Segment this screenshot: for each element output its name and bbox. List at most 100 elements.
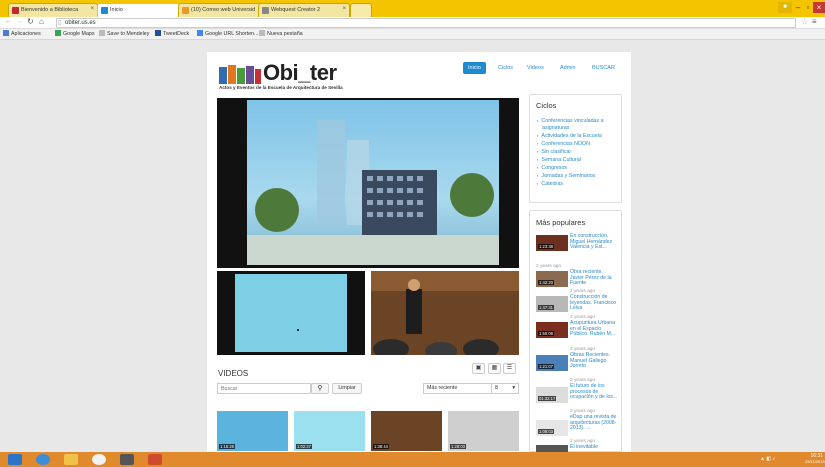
close-icon[interactable]: × [342,6,346,12]
forward-icon[interactable]: → [16,18,23,25]
site-tagline: Actos y Eventos de la Escuela de Arquite… [219,85,343,90]
nav-videos[interactable]: Videos [527,62,544,74]
popular-video-link[interactable]: Acupuntura Urbana en el Espacio Público.… [570,320,618,338]
clock[interactable]: 16:31 25/11/2015 [805,453,825,465]
ciclo-link[interactable]: Jornadas y Seminarios [537,173,595,179]
duration-badge: 01:32:17 [538,396,557,401]
tab-label: Inicio [110,7,123,13]
video-thumbnail[interactable] [217,271,365,355]
taskbar: ▲ ◧ ♪ 16:31 25/11/2015 [0,452,825,467]
tab-biblioteca[interactable]: Bienvenido a Biblioteca × [8,3,98,17]
site-logo[interactable]: Obi_ter Actos y Eventos de la Escuela de… [219,60,379,92]
bookmark-aplicaciones[interactable]: Aplicaciones [3,29,41,40]
video-grid-thumbnail[interactable]: 1:38:44 [371,411,442,451]
video-grid-thumbnail[interactable]: 1:28:03 [448,411,519,451]
view-list-icon[interactable]: ☰ [503,363,516,374]
bookmark-url-shortener[interactable]: Google URL Shorten... [197,29,258,40]
nav-buscar[interactable]: BUSCAR [592,62,615,74]
popular-video-link[interactable]: Construcción de leyendas. Francisco Leiv… [570,294,618,312]
nav-inicio[interactable]: Inicio [463,62,486,74]
per-page-select[interactable]: 8 ▾ [491,383,519,394]
video-grid-thumbnail[interactable]: 1:02:27 [294,411,365,451]
bookmark-tweetdeck[interactable]: TweetDeck [155,29,189,40]
popular-thumbnail[interactable]: 1:21:07 [536,355,568,371]
popular-thumbnail[interactable] [536,445,568,452]
bookmark-nueva-pestana[interactable]: Nueva pestaña [259,29,303,40]
maps-icon [55,30,61,36]
ciclos-title: Ciclos [536,101,557,110]
video-frame [247,100,499,265]
search-button[interactable]: ⚲ [311,383,329,394]
ciclo-link[interactable]: Actividades de la Escuela [537,133,601,139]
per-page-value: 8 [495,385,498,391]
popular-thumbnail[interactable]: 1:47:31 [536,296,568,312]
popular-video-link[interactable]: El futuro de los procesos de ocupación y… [570,383,618,401]
google-icon [197,30,203,36]
tweetdeck-icon [155,30,161,36]
ciclo-link[interactable]: Semana Cultural [537,157,580,163]
main-video-player[interactable] [217,98,519,268]
logo-bars-icon [219,65,261,84]
view-grid-icon[interactable]: ▦ [488,363,501,374]
popular-video-link[interactable]: eDap una revista de arquitecturas (2008-… [570,414,618,432]
bookmark-google-maps[interactable]: Google Maps [55,29,95,40]
nav-admin[interactable]: Admin [560,62,576,74]
start-icon[interactable] [8,454,22,465]
media-icon[interactable] [120,454,134,465]
popular-video-link[interactable]: En construcción. Miguel Hernández Valenc… [570,233,618,251]
folder-icon[interactable] [64,454,78,465]
home-icon[interactable]: ⌂ [39,17,44,26]
popular-thumbnail[interactable]: 01:32:17 [536,387,568,403]
popular-video-link[interactable]: Obras Recientes. Manuel Gallego Jorreto [570,352,618,370]
logo-text: Obi_ter [263,60,337,85]
star-icon[interactable]: ☆ [801,17,808,26]
tray-icons[interactable]: ▲ ◧ ♪ [760,456,775,462]
ciclo-link-continuation[interactable]: asignaturas [542,125,569,131]
chrome-icon[interactable] [92,454,106,465]
back-icon[interactable]: ← [5,18,12,25]
popular-thumbnail[interactable]: 1:23:38 [536,235,568,251]
bookmarks-bar: Aplicaciones Google Maps Save to Mendele… [0,29,825,40]
duration-badge: 1:47:31 [538,305,554,310]
tab-webquest[interactable]: Webquest Creator 2 × [258,3,350,17]
tab-inicio[interactable]: Inicio × [97,3,187,17]
popular-thumbnail[interactable]: 1:42:20 [536,271,568,287]
tab-label: Webquest Creator 2 [271,7,321,13]
nav-ciclos[interactable]: Ciclos [498,62,513,74]
menu-icon[interactable]: ≡ [812,17,817,26]
popular-video-link[interactable]: El inevitable [570,444,618,451]
minimize-icon[interactable]: – [793,2,803,13]
ciclo-link[interactable]: Sin clasificar [537,149,571,155]
page-icon: ▯ [58,20,62,26]
favicon-icon [182,7,189,14]
user-icon[interactable]: ■ [778,2,792,13]
popular-video-link[interactable]: Obra reciente. Javier Pérez de la Fuente [570,269,618,287]
ciclo-link[interactable]: Conferencias NOON [537,141,590,147]
close-window-icon[interactable]: × [813,2,825,13]
address-bar-row: ← → ↻ ⌂ ▯ obiter.us.es ☆ ≡ [0,17,825,29]
view-large-icon[interactable]: ▣ [472,363,485,374]
ciclo-link[interactable]: Cátedras [537,181,563,187]
reload-icon[interactable]: ↻ [27,17,34,26]
powerpoint-icon[interactable] [148,454,162,465]
popular-thumbnail[interactable]: 1:08:03 [536,420,568,436]
ciclo-link[interactable]: Congresos [537,165,567,171]
popular-thumbnail[interactable]: 1:50:06 [536,322,568,338]
ie-icon[interactable] [36,454,50,465]
bookmark-mendeley[interactable]: Save to Mendeley [99,29,149,40]
tab-correo[interactable]: (10) Correo web Universid × [178,3,268,17]
favicon-icon [262,7,269,14]
close-icon[interactable]: × [90,6,94,12]
duration-badge: 1:50:06 [538,331,554,336]
video-thumbnail[interactable] [371,271,519,355]
duration-badge: 1:42:20 [538,280,554,285]
video-grid-thumbnail[interactable]: 1:15:28 [217,411,288,451]
new-tab-button[interactable] [350,3,372,17]
clear-button[interactable]: Limpiar [332,383,362,394]
ciclo-link[interactable]: Conferencias vinculadas a [537,118,603,124]
slide-frame [235,274,347,352]
tab-label: (10) Correo web Universid [191,7,256,13]
maximize-icon[interactable]: ▫ [803,2,813,13]
url-input[interactable]: ▯ obiter.us.es [56,18,796,28]
video-search-input[interactable] [217,383,311,394]
